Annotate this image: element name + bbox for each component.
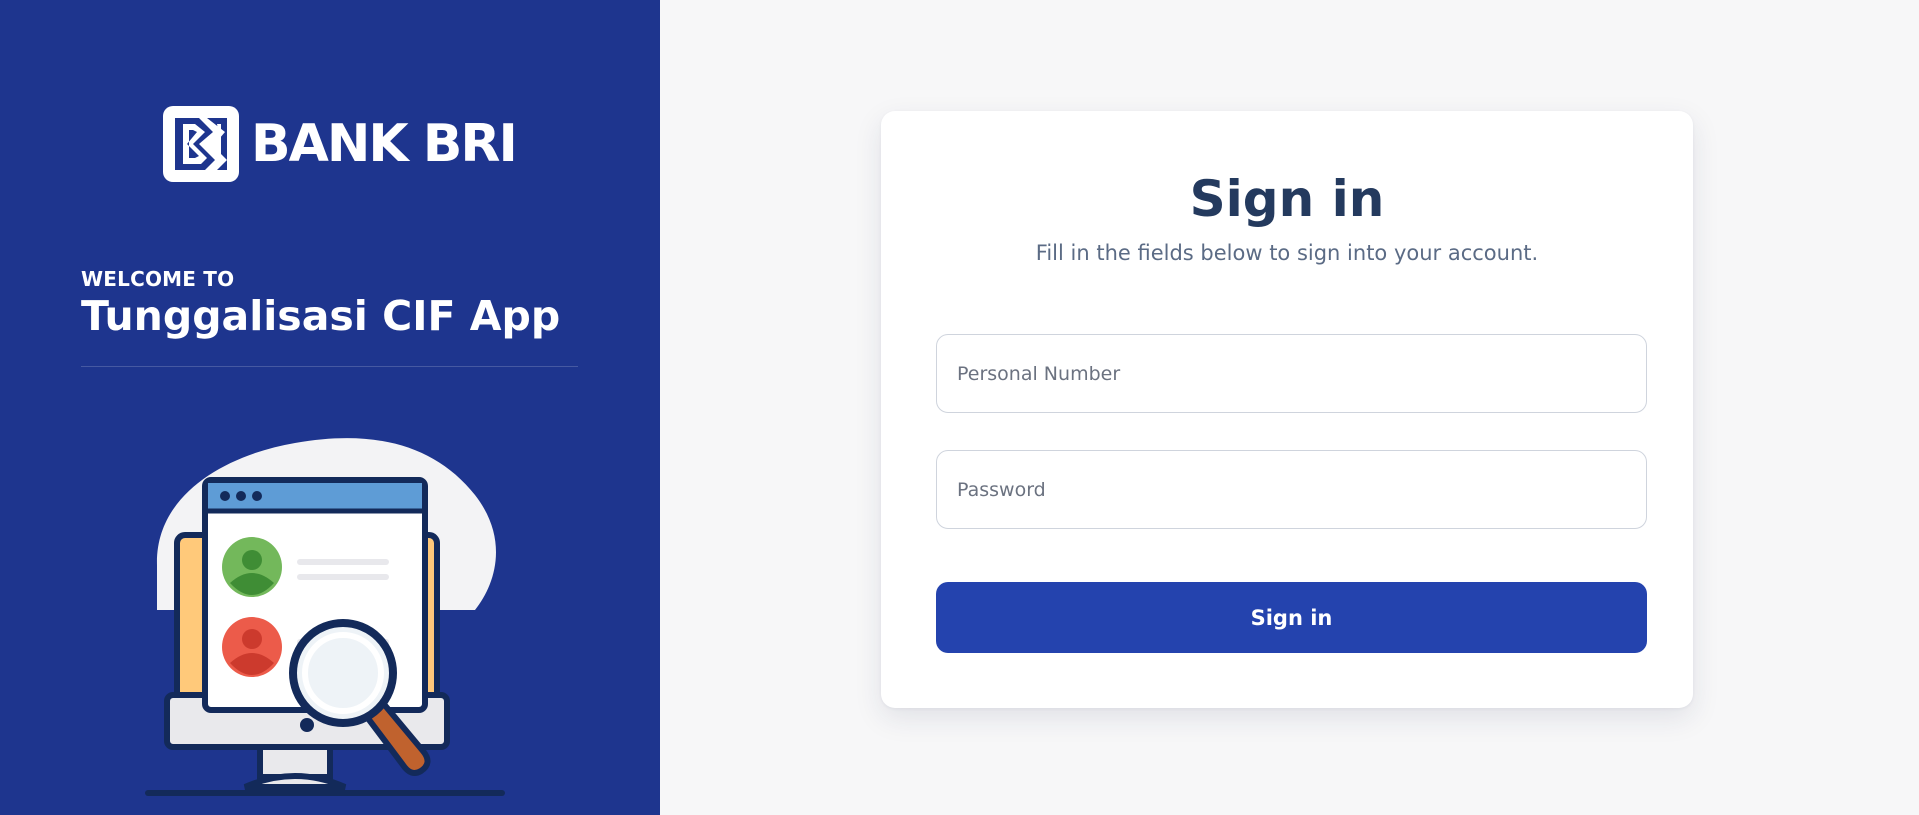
bank-logo: BANK BRI — [161, 104, 518, 184]
brand-panel: BANK BRI WELCOME TO Tunggalisasi CIF App — [0, 0, 660, 815]
signin-card: Sign in Fill in the fields below to sign… — [881, 111, 1693, 708]
welcome-label: WELCOME TO — [81, 267, 235, 291]
signin-area: Sign in Fill in the fields below to sign… — [660, 0, 1919, 815]
bri-logo-icon — [163, 106, 239, 182]
app-title: Tunggalisasi CIF App — [81, 292, 561, 340]
signin-button[interactable]: Sign in — [936, 582, 1647, 653]
divider — [81, 366, 578, 367]
signin-subtitle: Fill in the fields below to sign into yo… — [1035, 241, 1539, 265]
signin-title: Sign in — [1189, 170, 1385, 228]
password-input[interactable] — [936, 450, 1647, 529]
bank-name: BANK BRI — [251, 114, 518, 174]
computer-search-illustration — [145, 438, 505, 796]
personal-number-input[interactable] — [936, 334, 1647, 413]
login-page: BANK BRI WELCOME TO Tunggalisasi CIF App — [0, 0, 1919, 815]
